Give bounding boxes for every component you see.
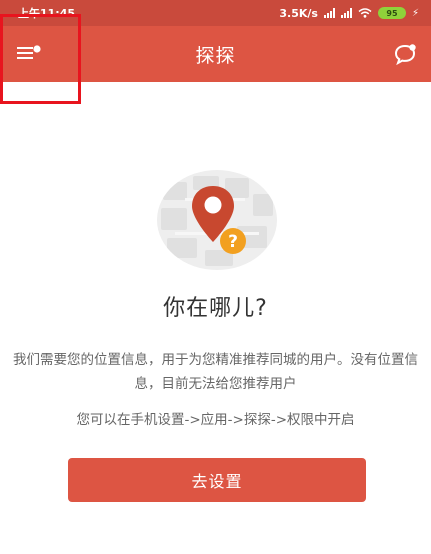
status-bar: 上午11:45 3.5K/s 95 ⚡ — [0, 0, 431, 26]
charging-icon: ⚡ — [411, 7, 419, 19]
app-title: 探探 — [195, 44, 236, 67]
go-to-settings-button[interactable]: 去设置 — [68, 458, 366, 502]
signal-icon — [323, 8, 335, 18]
app-bar: 探探 — [0, 26, 431, 82]
network-speed: 3.5K/s — [279, 6, 318, 20]
wifi-icon — [358, 8, 372, 18]
empty-state-heading: 你在哪儿? — [163, 296, 268, 321]
location-pin-question-icon: ? — [157, 170, 277, 270]
screen: 上午11:45 3.5K/s 95 ⚡ 探探 ? 你在哪儿? 我们需要您的位置信… — [0, 0, 431, 554]
chat-bubble-icon — [394, 44, 416, 66]
status-icons: 3.5K/s 95 ⚡ — [279, 7, 419, 20]
battery-icon: 95 — [377, 7, 406, 19]
empty-state-description: 我们需要您的位置信息，用于为您精准推荐同城的用户。没有位置信息，目前无法给您推荐… — [13, 352, 418, 392]
menu-icon — [17, 45, 41, 59]
status-time: 上午11:45 — [18, 7, 76, 20]
highlight-fill — [6, 87, 78, 101]
menu-button[interactable] — [14, 40, 44, 66]
svg-text:?: ? — [228, 232, 238, 252]
chat-button[interactable] — [391, 40, 419, 68]
settings-hint: 您可以在手机设置->应用->探探->权限中开启 — [76, 412, 355, 428]
signal-icon-2 — [340, 8, 352, 18]
